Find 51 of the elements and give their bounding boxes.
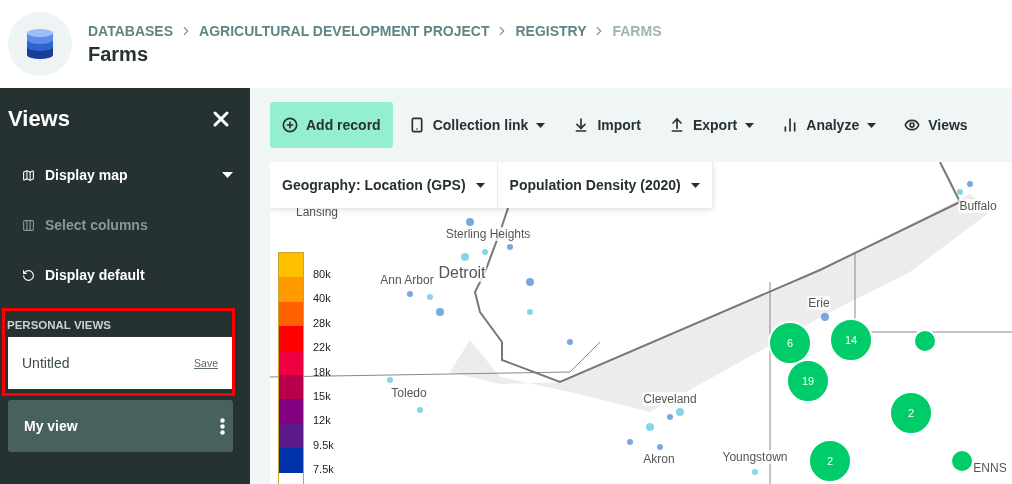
caret-icon [475, 182, 485, 188]
toolbar-button[interactable]: Collection link [396, 102, 558, 148]
breadcrumb-link[interactable]: REGISTRY [515, 22, 587, 39]
breadcrumb-link[interactable]: AGRICULTURAL DEVELOPMENT PROJECT [199, 22, 490, 39]
point-marker[interactable] [950, 449, 974, 473]
place-label: Akron [642, 452, 676, 466]
place-label: Youngstown [721, 450, 789, 464]
legend-label: 9.5k [313, 437, 334, 453]
toolbar-button[interactable]: Analyze [770, 102, 889, 148]
legend-label: 40k [313, 291, 332, 307]
map[interactable]: Lansing Buffalo Sterling Heights Ann Arbor Detroit Erie Toledo Cleveland Akron Youngstown ENNS 6 14 19 2 2 Geography: Location (GPS) Population Density (2020) 80k 40k 28k 22k 18k 15k 12k 9.5k 7.5k [270, 162, 1012, 484]
place-label: ENNS [972, 461, 1008, 475]
eye-icon [904, 117, 921, 133]
legend-label: 18k [313, 364, 332, 380]
view-option[interactable]: Display map [8, 150, 233, 200]
filter-dropdown[interactable]: Geography: Location (GPS) [270, 162, 498, 208]
map-icon [22, 168, 35, 182]
legend-label: 15k [313, 388, 332, 404]
section-heading: PERSONAL VIEWS [6, 318, 112, 333]
panel-title: Views [8, 106, 70, 132]
legend-label: 28k [313, 315, 332, 331]
point-marker[interactable] [913, 329, 937, 353]
filter-dropdown[interactable]: Population Density (2020) [497, 162, 713, 208]
view-option[interactable]: Display default [8, 250, 233, 300]
bar-chart-icon [782, 117, 799, 133]
caret-icon [690, 182, 700, 188]
legend-label: 12k [313, 413, 332, 429]
more-icon [220, 417, 225, 435]
place-label: Buffalo [958, 199, 998, 213]
place-label: Detroit [437, 264, 487, 282]
breadcrumb-link[interactable]: DATABASES [88, 22, 174, 39]
place-label: Erie [807, 296, 831, 310]
toolbar-button[interactable]: Add record [270, 102, 393, 148]
page-title: Farms [88, 42, 150, 66]
legend-label: 7.5k [313, 462, 334, 478]
view-item[interactable]: Untitled Save [8, 337, 232, 389]
place-label: Toledo [390, 386, 428, 400]
save-link[interactable]: Save [194, 357, 218, 369]
place-label: Sterling Heights [444, 227, 532, 241]
view-item[interactable]: My view [8, 400, 233, 452]
legend-label: 22k [313, 340, 332, 356]
toolbar-button[interactable]: Export [656, 102, 767, 148]
place-label: Cleveland [642, 392, 698, 406]
place-label: Ann Arbor [379, 273, 435, 287]
legend-label: 80k [313, 267, 332, 282]
toolbar-button[interactable]: Import [561, 102, 653, 148]
toolbar-button[interactable]: Views [892, 102, 980, 148]
reset-icon [22, 268, 35, 282]
add-icon [282, 117, 298, 133]
columns-icon [22, 218, 35, 232]
more-button[interactable] [220, 417, 225, 435]
